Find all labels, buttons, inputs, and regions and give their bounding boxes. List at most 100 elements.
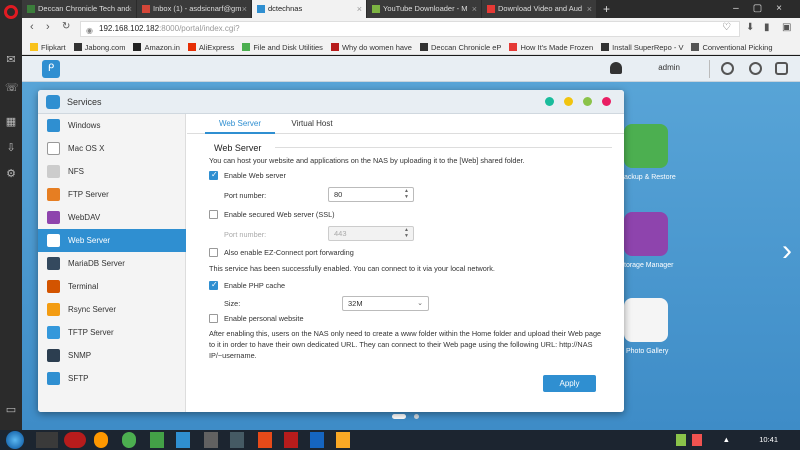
bookmark-item[interactable]: File and Disk Utilities: [242, 40, 323, 54]
apply-button[interactable]: Apply: [543, 375, 596, 392]
dashboard-icon[interactable]: [749, 62, 762, 75]
new-tab-button[interactable]: +: [597, 0, 610, 18]
browser-tab[interactable]: Deccan Chronicle Tech and ×: [22, 0, 136, 18]
tray-icon[interactable]: [676, 434, 686, 446]
bookmark-heart-icon[interactable]: ♡: [722, 22, 731, 33]
close-icon[interactable]: ×: [242, 0, 247, 18]
enable-ssl-checkbox[interactable]: [209, 210, 218, 219]
cache-size-select[interactable]: 32M ⌄: [342, 296, 429, 311]
close-icon[interactable]: ×: [472, 0, 477, 18]
page-info-icon[interactable]: ◉: [86, 24, 93, 38]
maximize-button[interactable]: [583, 97, 592, 106]
window-title-bar[interactable]: Services: [38, 90, 624, 114]
next-page-icon[interactable]: ›: [782, 234, 792, 268]
sidebar-item-nfs[interactable]: NFS: [38, 160, 186, 183]
taskbar-app-icon[interactable]: [176, 432, 190, 448]
whatsapp-icon[interactable]: ☏: [5, 82, 19, 94]
taskbar-app-icon[interactable]: [94, 432, 108, 448]
forward-icon[interactable]: ›: [46, 21, 50, 33]
enable-web-server-checkbox[interactable]: [209, 170, 218, 180]
minimize-button[interactable]: [564, 97, 573, 106]
php-cache-checkbox[interactable]: [209, 280, 218, 290]
tab-favicon-icon: [27, 5, 35, 13]
close-icon[interactable]: ×: [587, 0, 592, 18]
spinner-arrows-icon[interactable]: ▲ ▼: [404, 188, 409, 200]
sidebar-item-macos[interactable]: Mac OS X: [38, 137, 186, 160]
page-dot-active[interactable]: [392, 414, 406, 419]
browser-tab-active[interactable]: dctechnas ×: [252, 0, 366, 18]
notification-icon[interactable]: [721, 62, 734, 75]
sidebar-item-sftp[interactable]: SFTP: [38, 367, 186, 390]
nas-top-bar: ᑭ admin: [22, 56, 800, 82]
url-field[interactable]: ◉ 192.168.102.182:8000/portal/index.cgi?: [80, 21, 740, 37]
start-button[interactable]: [6, 431, 24, 449]
close-icon[interactable]: ×: [127, 0, 132, 18]
bookmark-item[interactable]: Deccan Chronicle eP: [419, 40, 501, 54]
taskbar-app-icon[interactable]: [150, 432, 164, 448]
reload-icon[interactable]: ↻: [62, 21, 70, 32]
close-icon[interactable]: ×: [357, 0, 362, 18]
window-controls[interactable]: –▢×: [733, 0, 796, 18]
clock[interactable]: 10:41: [759, 430, 778, 450]
sidebar-item-terminal[interactable]: Terminal: [38, 275, 186, 298]
ezconnect-checkbox[interactable]: [209, 248, 218, 257]
personal-website-checkbox[interactable]: [209, 314, 218, 323]
bookmark-item[interactable]: Install SuperRepo - V: [601, 40, 683, 54]
taskbar-app-icon[interactable]: [284, 432, 298, 448]
user-name[interactable]: admin: [658, 63, 680, 72]
browser-tab[interactable]: YouTube Downloader - M ×: [367, 0, 481, 18]
taskbar-app-icon[interactable]: [336, 432, 350, 448]
aliexpress-icon: [187, 43, 196, 51]
bookmark-item[interactable]: Conventional Picking: [691, 40, 773, 54]
taskbar-app-icon[interactable]: [230, 432, 244, 448]
back-icon[interactable]: ‹: [30, 21, 34, 33]
taskbar-app-icon[interactable]: [310, 432, 324, 448]
tray-arrow-icon[interactable]: ▲: [723, 430, 730, 450]
tab-web-server[interactable]: Web Server: [205, 114, 275, 134]
bookmark-item[interactable]: How It's Made Frozen: [509, 40, 593, 54]
page-dot[interactable]: [414, 414, 419, 419]
terminal-icon: [47, 280, 60, 293]
opera-logo-icon[interactable]: [4, 5, 18, 19]
sidebar-item-ftp[interactable]: FTP Server: [38, 183, 186, 206]
messenger-icon[interactable]: ✉: [5, 54, 17, 66]
download-icon[interactable]: ⬇: [746, 22, 754, 33]
sidebar-item-mariadb[interactable]: MariaDB Server: [38, 252, 186, 275]
more-icon[interactable]: [775, 62, 788, 75]
browser-tab[interactable]: Download Video and Aud ×: [482, 0, 596, 18]
enable-web-server-label: Enable Web server: [224, 171, 286, 180]
tab-virtual-host[interactable]: Virtual Host: [281, 114, 343, 134]
bookmark-item[interactable]: Jabong.com: [73, 40, 125, 54]
sidebar-item-tftp[interactable]: TFTP Server: [38, 321, 186, 344]
browser-tab[interactable]: Inbox (1) - asdsicnarf@gm ×: [137, 0, 251, 18]
taskbar-app-icon[interactable]: [122, 432, 136, 448]
photo-gallery-icon[interactable]: [624, 298, 668, 342]
bookmark-item[interactable]: Why do women have: [330, 40, 412, 54]
taskbar-app-icon[interactable]: [64, 432, 86, 448]
speed-dial-icon[interactable]: ▦: [5, 116, 17, 128]
bookmark-item[interactable]: Amazon.in: [133, 40, 180, 54]
extension-icon[interactable]: ▮: [764, 22, 770, 33]
settings-icon[interactable]: ⚙: [5, 168, 17, 180]
sidebar-item-rsync[interactable]: Rsync Server: [38, 298, 186, 321]
sidebar-item-snmp[interactable]: SNMP: [38, 344, 186, 367]
qts-menu-icon[interactable]: ᑭ: [42, 60, 60, 78]
sidebar-item-webdav[interactable]: WebDAV: [38, 206, 186, 229]
tray-icon[interactable]: [692, 434, 702, 446]
bookmark-item[interactable]: Flipkart: [30, 40, 66, 54]
storage-manager-icon[interactable]: [624, 212, 668, 256]
bookmark-item[interactable]: AliExpress: [187, 40, 234, 54]
port-number-value: 80: [334, 190, 343, 199]
taskbar-app-icon[interactable]: [258, 432, 272, 448]
sidebar-item-windows[interactable]: Windows: [38, 114, 186, 137]
backup-restore-icon[interactable]: [624, 124, 668, 168]
close-button[interactable]: [602, 97, 611, 106]
sidebar-item-web-server[interactable]: Web Server: [38, 229, 186, 252]
port-number-input[interactable]: 80 ▲ ▼: [328, 187, 414, 202]
downloads-icon[interactable]: ⇩: [5, 142, 17, 154]
help-button[interactable]: [545, 97, 554, 106]
sidebar-toggle-icon[interactable]: ▭: [5, 404, 17, 416]
taskbar-app-icon[interactable]: [204, 432, 218, 448]
taskbar-app-icon[interactable]: [36, 432, 58, 448]
new-badge-icon[interactable]: ▣: [782, 22, 791, 33]
